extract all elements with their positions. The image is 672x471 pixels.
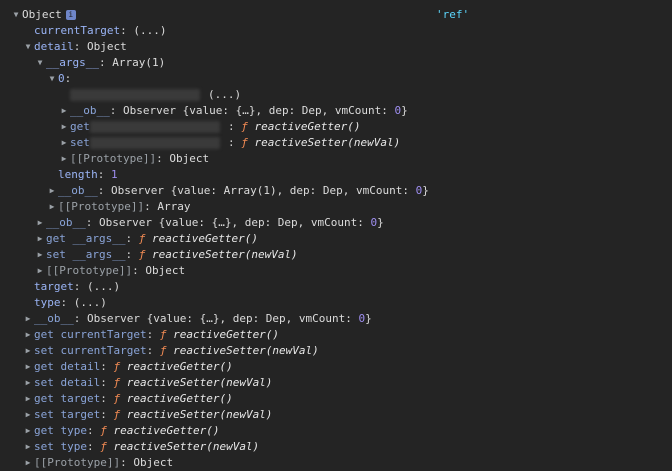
collapse-triangle-icon[interactable]: ▶ [22, 455, 34, 471]
prop-length: length: 1 [58, 168, 118, 181]
collapse-triangle-icon[interactable]: ▶ [22, 407, 34, 423]
prop-get-type[interactable]: ▶ get type: ƒ reactiveGetter() [22, 423, 220, 439]
prop-detail-ob[interactable]: ▶ __ob__: Observer {value: {…}, dep: Dep,… [34, 215, 384, 231]
ref-string: 'ref' [436, 8, 470, 21]
prop-args[interactable]: ▼ __args__: Array(1) [34, 55, 166, 71]
info-badge-icon[interactable]: i [65, 10, 76, 20]
prop-set-args[interactable]: ▶ set __args__: ƒ reactiveSetter(newVal) [34, 247, 298, 263]
collapse-triangle-icon[interactable]: ▶ [34, 247, 46, 263]
function-icon: ƒ [100, 424, 107, 437]
collapse-triangle-icon[interactable]: ▶ [58, 103, 70, 119]
collapse-triangle-icon[interactable]: ▶ [46, 199, 58, 215]
function-icon: ƒ [159, 328, 167, 341]
prop-root-prototype[interactable]: ▶ [[Prototype]]: Object [22, 455, 174, 471]
prop-set-detail[interactable]: ▶ set detail: ƒ reactiveSetter(newVal) [22, 375, 273, 391]
collapse-triangle-icon[interactable]: ▶ [22, 375, 34, 391]
redacted-setter-name [90, 137, 220, 149]
expand-triangle-icon[interactable]: ▼ [34, 55, 46, 71]
collapse-triangle-icon[interactable]: ▶ [22, 311, 34, 327]
function-icon: ƒ [159, 344, 167, 357]
function-icon: ƒ [113, 408, 121, 421]
function-icon: ƒ [138, 248, 146, 261]
prop-get-args[interactable]: ▶ get __args__: ƒ reactiveGetter() [34, 231, 258, 247]
prop-array-ob[interactable]: ▶ __ob__: Observer {value: Array(1), dep:… [46, 183, 429, 199]
prop-currentTarget[interactable]: currentTarget: (...) [22, 23, 166, 39]
prop-root-ob[interactable]: ▶ __ob__: Observer {value: {…}, dep: Dep,… [22, 311, 372, 327]
function-icon: ƒ [113, 376, 121, 389]
function-icon: ƒ [113, 360, 121, 373]
prop-array-prototype[interactable]: ▶ [[Prototype]]: Array [46, 199, 191, 215]
redacted-getter-name [90, 121, 220, 133]
prop-get-target[interactable]: ▶ get target: ƒ reactiveGetter() [22, 391, 233, 407]
prop-hidden-value[interactable]: (...) [208, 87, 241, 103]
collapse-triangle-icon[interactable]: ▶ [22, 343, 34, 359]
function-icon: ƒ [100, 440, 107, 453]
collapse-triangle-icon[interactable]: ▶ [46, 183, 58, 199]
prop-target[interactable]: target: (...) [22, 279, 120, 295]
collapse-triangle-icon[interactable]: ▶ [58, 151, 70, 167]
root-object-label: Object [22, 8, 62, 21]
collapse-triangle-icon[interactable]: ▶ [22, 423, 34, 439]
prop-inner-getter[interactable]: ▶ get [58, 119, 90, 135]
inner-getter-fn[interactable]: : ƒ reactiveGetter() [228, 119, 360, 135]
collapse-triangle-icon[interactable]: ▶ [58, 135, 70, 151]
prop-inner-ob[interactable]: ▶ __ob__: Observer {value: {…}, dep: Dep,… [58, 103, 408, 119]
redacted-key [70, 89, 200, 101]
prop-set-type[interactable]: ▶ set type: ƒ reactiveSetter(newVal) [22, 439, 260, 455]
prop-inner-setter[interactable]: ▶ set [58, 135, 90, 151]
expand-triangle-icon[interactable]: ▼ [22, 39, 34, 55]
collapse-triangle-icon[interactable]: ▶ [22, 439, 34, 455]
collapse-triangle-icon[interactable]: ▶ [22, 391, 34, 407]
collapse-triangle-icon[interactable]: ▶ [58, 119, 70, 135]
inner-setter-fn[interactable]: : ƒ reactiveSetter(newVal) [228, 135, 400, 151]
collapse-triangle-icon[interactable]: ▶ [22, 327, 34, 343]
prop-detail[interactable]: ▼ detail: Object [22, 39, 127, 55]
array-index-0[interactable]: ▼ 0: [46, 71, 72, 87]
expand-triangle-icon[interactable]: ▼ [46, 71, 58, 87]
prop-get-detail[interactable]: ▶ get detail: ƒ reactiveGetter() [22, 359, 233, 375]
function-icon: ƒ [241, 136, 248, 149]
prop-detail-prototype[interactable]: ▶ [[Prototype]]: Object [34, 263, 186, 279]
collapse-triangle-icon[interactable]: ▶ [22, 359, 34, 375]
root-object-row[interactable]: ▼ Object i [10, 7, 76, 23]
collapse-triangle-icon[interactable]: ▶ [34, 215, 46, 231]
collapse-triangle-icon[interactable]: ▶ [34, 263, 46, 279]
collapse-triangle-icon[interactable]: ▶ [34, 231, 46, 247]
prop-set-currentTarget[interactable]: ▶ set currentTarget: ƒ reactiveSetter(new… [22, 343, 319, 359]
prop-get-currentTarget[interactable]: ▶ get currentTarget: ƒ reactiveGetter() [22, 327, 279, 343]
expand-triangle-icon[interactable]: ▼ [10, 7, 22, 23]
function-icon: ƒ [241, 120, 248, 133]
prop-set-target[interactable]: ▶ set target: ƒ reactiveSetter(newVal) [22, 407, 273, 423]
function-icon: ƒ [138, 232, 146, 245]
function-icon: ƒ [113, 392, 121, 405]
prop-inner-prototype[interactable]: ▶ [[Prototype]]: Object [58, 151, 210, 167]
prop-type[interactable]: type: (...) [22, 295, 107, 311]
